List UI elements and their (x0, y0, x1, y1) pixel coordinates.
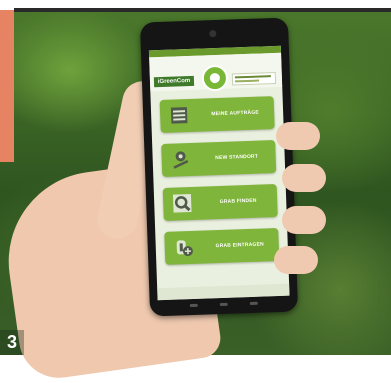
left-accent-bar (0, 10, 14, 162)
menu-button-grab-eintragen[interactable]: GRAB EINTRAGEN (164, 227, 280, 265)
finger-index (276, 122, 320, 150)
smartphone: iGreenCom MEINE AUFTRÄGE NEW STANDORT GR… (139, 17, 299, 317)
finger-pinky (274, 246, 318, 274)
menu-label: MEINE AUFTRÄGE (211, 109, 260, 118)
top-rule (14, 8, 391, 12)
finger-ring (282, 206, 326, 234)
front-camera (209, 30, 217, 38)
partner-logo-mark-2 (234, 79, 260, 83)
page-number-badge: 3 (0, 330, 24, 355)
partner-logo (231, 71, 277, 86)
menu-label: GRAB EINTRAGEN (215, 241, 265, 250)
app-logo-text: iGreenCom (153, 75, 195, 88)
partner-logo-mark (234, 75, 271, 79)
menu-button-meine-auftraege[interactable]: MEINE AUFTRÄGE (159, 96, 275, 134)
nav-back-button[interactable] (189, 303, 198, 308)
app-logo-emblem (201, 64, 229, 92)
add-grave-icon (172, 236, 195, 259)
nav-recent-button[interactable] (249, 301, 258, 306)
finger-middle (282, 164, 326, 192)
screen-footer (157, 283, 290, 301)
emblem-icon (209, 72, 221, 84)
search-magnifier-icon (171, 192, 194, 215)
nav-home-button[interactable] (219, 302, 228, 307)
list-icon (168, 104, 191, 127)
menu-label: GRAB FINDEN (219, 197, 257, 205)
phone-screen: iGreenCom MEINE AUFTRÄGE NEW STANDORT GR… (148, 45, 290, 301)
location-pin-icon (169, 148, 192, 171)
menu-button-new-standort[interactable]: NEW STANDORT (161, 140, 277, 177)
app-header: iGreenCom (149, 52, 283, 92)
menu-label: NEW STANDORT (215, 153, 259, 162)
menu-button-grab-finden[interactable]: GRAB FINDEN (162, 183, 278, 221)
